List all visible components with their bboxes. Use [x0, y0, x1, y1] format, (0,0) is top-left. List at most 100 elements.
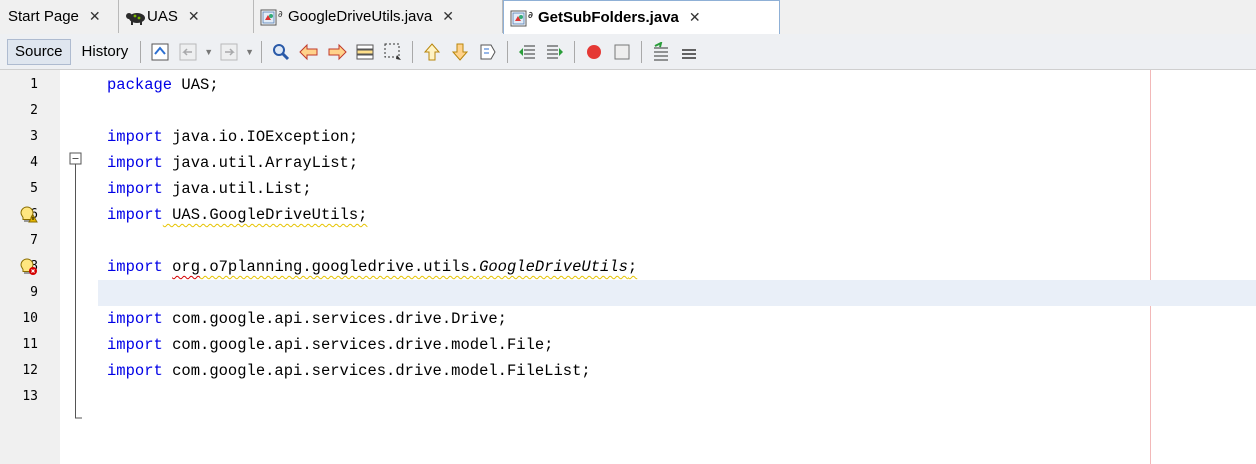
source-button[interactable]: Source [7, 38, 71, 65]
close-icon[interactable]: ✕ [89, 8, 101, 25]
code-text: import UAS.GoogleDriveUtils; [107, 202, 367, 228]
code-token: java.io.IOException; [162, 128, 359, 146]
tab-uas[interactable]: UAS ✕ [119, 0, 254, 33]
close-icon[interactable]: ✕ [689, 9, 701, 26]
tab-start-page[interactable]: Start Page ✕ [0, 0, 119, 33]
uncomment-icon[interactable] [678, 41, 700, 63]
code-line[interactable]: 9 [30, 280, 1256, 306]
code-line[interactable]: 4 import java.util.ArrayList; [0, 150, 1256, 176]
line-number: 5 [30, 181, 38, 196]
previous-bookmark-icon[interactable] [421, 41, 443, 63]
code-line[interactable]: 6 import UAS.GoogleDriveUtils; [0, 202, 1256, 228]
line-number: 12 [22, 363, 38, 378]
find-next-icon[interactable] [326, 41, 348, 63]
code-token: GoogleDriveUtils [479, 258, 628, 276]
find-selection-icon[interactable] [270, 41, 292, 63]
toggle-highlight-icon[interactable] [354, 41, 376, 63]
line-number: 4 [30, 155, 38, 170]
toolbar-separator [140, 40, 142, 63]
line-number: 3 [30, 129, 38, 144]
code-text: import java.io.IOException; [107, 124, 358, 150]
project-icon [125, 8, 145, 26]
toolbar-separator [574, 40, 576, 63]
line-number: 11 [22, 337, 38, 352]
code-text: import java.util.ArrayList; [107, 150, 358, 176]
toolbar-separator [507, 40, 509, 63]
code-line[interactable]: 2 [0, 98, 1256, 124]
shift-right-icon[interactable] [544, 41, 566, 63]
shift-left-icon[interactable] [516, 41, 538, 63]
code-line[interactable]: 5 import java.util.List; [0, 176, 1256, 202]
code-token: com.google.api.services.drive.model.File… [162, 336, 554, 354]
close-icon[interactable]: ✕ [188, 8, 200, 25]
toggle-bookmark-icon[interactable] [477, 41, 499, 63]
line-number: 10 [22, 311, 38, 326]
code-text: import java.util.List; [107, 176, 312, 202]
tab-label: UAS [147, 8, 178, 25]
chevron-down-icon[interactable]: ▼ [245, 47, 254, 57]
keyword: import [107, 180, 163, 198]
editor-tab-bar: Start Page ✕ UAS ✕ ∂ GoogleDriveUtils.ja… [0, 0, 1256, 35]
java-file-icon: ∂ [510, 9, 533, 27]
code-token: .o7planning.googledrive.utils. [200, 258, 480, 276]
code-line[interactable]: 8 import org.o7planning.googledrive.utils… [0, 254, 1256, 280]
editor-toolbar: Source History ▼ ▼ [0, 34, 1256, 70]
last-edit-icon[interactable] [149, 41, 171, 63]
tab-label: Start Page [8, 8, 79, 25]
code-line[interactable]: 12 import com.google.api.services.drive.m… [0, 358, 1256, 384]
keyword: import [107, 258, 163, 276]
code-line[interactable]: 3 import java.io.IOException; [0, 124, 1256, 150]
code-editor[interactable]: 1 package UAS; 2 3 import java.io.IOExceptio… [0, 70, 1256, 464]
keyword: import [107, 128, 163, 146]
keyword: import [107, 310, 163, 328]
keyword: import [107, 362, 163, 380]
code-line[interactable]: 10 import com.google.api.services.drive.D… [0, 306, 1256, 332]
code-text: import com.google.api.services.drive.mod… [107, 332, 553, 358]
code-line[interactable]: 13 [0, 384, 1256, 410]
java-file-icon: ∂ [260, 8, 283, 26]
tab-googledriveutils[interactable]: ∂ GoogleDriveUtils.java ✕ [254, 0, 503, 33]
find-previous-icon[interactable] [298, 41, 320, 63]
tab-getsubfolders[interactable]: ∂ GetSubFolders.java ✕ [503, 0, 780, 34]
toolbar-separator [641, 40, 643, 63]
keyword: import [107, 336, 163, 354]
back-icon[interactable] [177, 41, 199, 63]
code-line[interactable]: 11 import com.google.api.services.drive.m… [0, 332, 1256, 358]
code-token: org [172, 258, 201, 276]
keyword: import [107, 206, 163, 224]
code-line[interactable]: 7 [0, 228, 1256, 254]
toggle-rect-selection-icon[interactable] [382, 41, 404, 63]
close-icon[interactable]: ✕ [442, 8, 454, 25]
code-token: UAS; [172, 76, 219, 94]
next-bookmark-icon[interactable] [449, 41, 471, 63]
line-number: 1 [30, 77, 38, 92]
forward-icon[interactable] [218, 41, 240, 63]
code-text: import com.google.api.services.drive.mod… [107, 358, 591, 384]
tab-label: GetSubFolders.java [538, 9, 679, 26]
code-line[interactable]: 1 package UAS; [0, 72, 1256, 98]
code-token: com.google.api.services.drive.Drive; [162, 310, 507, 328]
stop-macro-icon[interactable] [611, 41, 633, 63]
toolbar-separator [412, 40, 414, 63]
line-number: 9 [30, 285, 38, 300]
chevron-down-icon[interactable]: ▼ [204, 47, 213, 57]
line-number: 2 [30, 103, 38, 118]
error-hint-icon[interactable] [20, 257, 38, 277]
history-button[interactable]: History [75, 39, 136, 65]
code-text: import com.google.api.services.drive.Dri… [107, 306, 507, 332]
code-text: package UAS; [107, 72, 219, 98]
start-macro-icon[interactable] [583, 41, 605, 63]
line-number: 13 [22, 389, 38, 404]
code-token: UAS.GoogleDriveUtils; [162, 206, 368, 224]
tab-label: GoogleDriveUtils.java [288, 8, 433, 25]
code-token: java.util.ArrayList; [162, 154, 359, 172]
code-token: com.google.api.services.drive.model.File… [162, 362, 591, 380]
code-token: java.util.List; [162, 180, 312, 198]
keyword: import [107, 154, 163, 172]
keyword: package [107, 76, 173, 94]
warning-hint-icon[interactable] [20, 205, 38, 225]
comment-icon[interactable] [650, 41, 672, 63]
toolbar-separator [261, 40, 263, 63]
code-token: ; [627, 258, 638, 276]
